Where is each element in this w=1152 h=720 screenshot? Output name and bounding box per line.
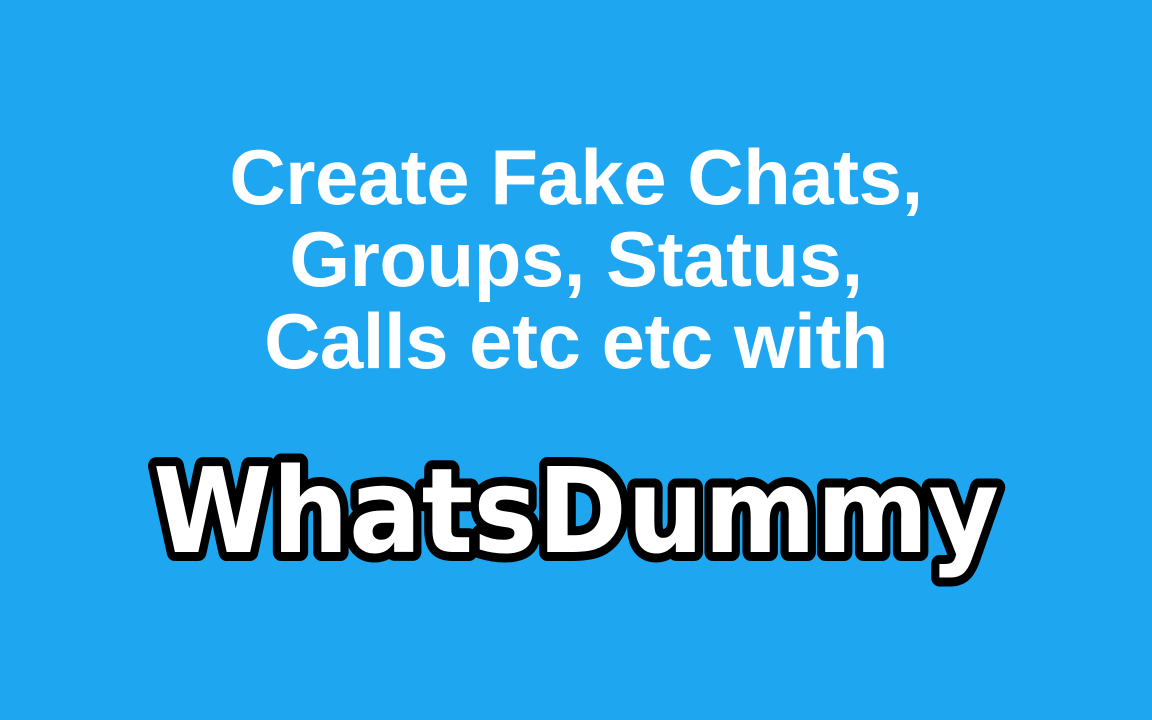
brand-logo-fill: WhatsDummy xyxy=(153,442,999,580)
brand-logo: WhatsDummy WhatsDummy xyxy=(130,416,1022,606)
brand-logo-wordmark: WhatsDummy WhatsDummy xyxy=(144,433,1008,589)
headline-text: Create Fake Chats, Groups, Status, Calls… xyxy=(0,136,1152,382)
headline-line-3: Calls etc etc with xyxy=(264,297,888,385)
promo-banner: Create Fake Chats, Groups, Status, Calls… xyxy=(0,0,1152,720)
headline-line-2: Groups, Status, xyxy=(289,215,863,303)
headline-line-1: Create Fake Chats, xyxy=(229,133,923,221)
